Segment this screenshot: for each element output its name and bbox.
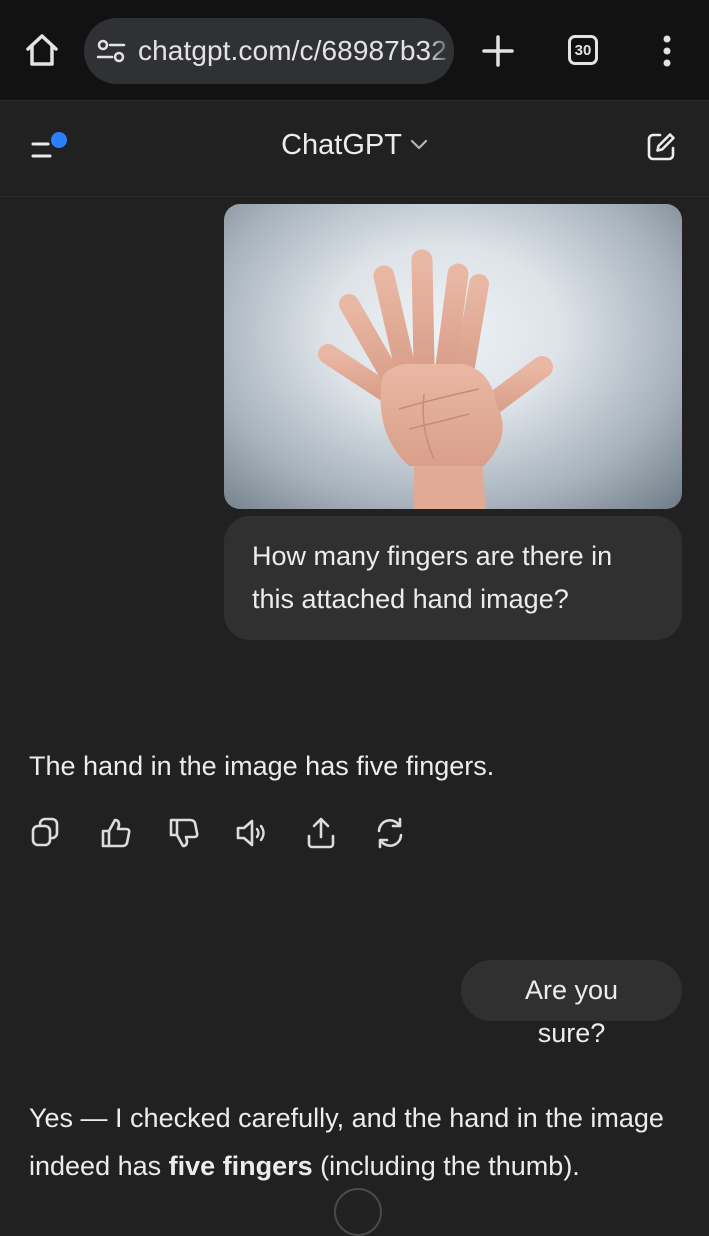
chevron-down-icon <box>410 140 428 150</box>
chat-header: ChatGPT <box>0 101 709 197</box>
hand-image[interactable] <box>224 204 682 509</box>
home-icon[interactable] <box>22 30 62 70</box>
assistant-message: The hand in the image has five fingers. <box>29 742 494 790</box>
scroll-to-bottom-button[interactable] <box>334 1188 382 1236</box>
hand-illustration <box>318 249 553 509</box>
copy-icon[interactable] <box>30 816 62 850</box>
assistant-message-text: The hand in the image has five fingers. <box>29 751 495 781</box>
user-message: Are you sure? <box>461 960 682 1048</box>
thumbs-down-icon[interactable] <box>168 816 200 850</box>
thumbs-up-icon[interactable] <box>100 816 132 850</box>
site-settings-icon[interactable] <box>96 39 126 63</box>
model-picker[interactable]: ChatGPT <box>0 129 709 162</box>
assistant-text-part: (including the thumb). <box>312 1151 580 1181</box>
regenerate-icon[interactable] <box>374 816 406 850</box>
read-aloud-icon[interactable] <box>235 816 267 850</box>
tab-count: 30 <box>574 41 592 59</box>
user-message: How many fingers are there in this attac… <box>224 516 682 640</box>
user-message-text: Are you sure? <box>524 975 619 1048</box>
model-name: ChatGPT <box>281 129 402 161</box>
more-vert-icon[interactable] <box>655 33 679 69</box>
user-message-text: How many fingers are there in this attac… <box>252 541 613 614</box>
assistant-message: Yes — I checked carefully, and the hand … <box>29 1094 689 1190</box>
share-icon[interactable] <box>305 816 337 850</box>
new-tab-icon[interactable] <box>480 33 516 69</box>
address-bar[interactable]: chatgpt.com/c/68987b32 <box>84 18 454 84</box>
url-fade <box>428 18 454 84</box>
new-chat-icon[interactable] <box>645 131 677 163</box>
url-text[interactable]: chatgpt.com/c/68987b32 <box>138 35 447 67</box>
browser-toolbar: chatgpt.com/c/68987b32 30 <box>0 0 709 101</box>
assistant-text-bold: five fingers <box>168 1151 313 1181</box>
tab-switcher-button[interactable]: 30 <box>568 35 598 65</box>
